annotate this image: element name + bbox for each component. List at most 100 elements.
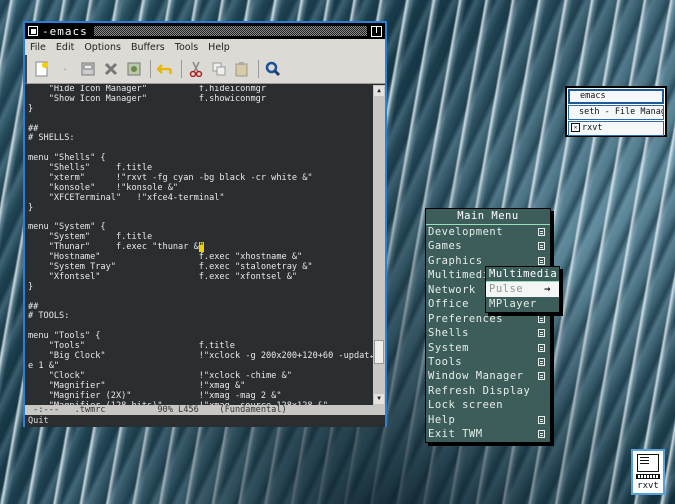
titlebar-drag-area[interactable]: [93, 26, 367, 36]
desktop-icon-label: rxvt: [637, 481, 659, 491]
main-menu-item-tools[interactable]: Tools: [426, 355, 550, 369]
scroll-up-arrow-icon[interactable]: ▲: [374, 86, 384, 96]
minibuffer[interactable]: Quit: [25, 415, 385, 427]
menu-edit[interactable]: Edit: [56, 42, 74, 53]
save-icon[interactable]: [79, 60, 97, 78]
menu-item-label: Lock screen: [428, 399, 504, 412]
main-menu-item-exit-twm[interactable]: Exit TWM: [426, 427, 550, 441]
main-menu-item-shells[interactable]: Shells: [426, 326, 550, 340]
main-menu-title: Main Menu: [426, 209, 550, 225]
toolbar-separator: [258, 60, 259, 78]
menu-buffers[interactable]: Buffers: [131, 42, 165, 53]
icon-manager-item[interactable]: emacs: [568, 89, 664, 104]
search-icon[interactable]: [264, 60, 282, 78]
submenu-item-label: Pulse: [489, 283, 524, 295]
code-line: "Show Icon Manager" f.showiconmgr: [28, 93, 266, 104]
submenu-indicator-icon: [538, 228, 545, 236]
main-menu-item-system[interactable]: System: [426, 341, 550, 355]
emacs-window[interactable]: -emacs File Edit Options Buffers Tools H…: [23, 21, 387, 427]
iconify-icon[interactable]: [28, 26, 38, 36]
new-file-icon[interactable]: [33, 60, 51, 78]
icon-manager-item[interactable]: ✕ rxvt: [568, 121, 664, 136]
code-line: "XFCETerminal" !"xfce4-terminal": [28, 192, 225, 203]
copy-icon[interactable]: [210, 60, 228, 78]
submenu-indicator-icon: [538, 329, 545, 338]
submenu-item-label: MPlayer: [489, 298, 537, 310]
icon-manager-item[interactable]: seth - File Manager: [568, 105, 664, 120]
code-line: "Big Clock" !"xclock -g 200x200+120+60 -…: [28, 351, 373, 362]
menu-item-label: Network: [428, 283, 476, 296]
menu-item-label: Development: [428, 226, 504, 238]
submenu-indicator-icon: [538, 430, 545, 439]
main-menu-item-lock-screen[interactable]: Lock screen: [426, 398, 550, 412]
keyboard-icon: [636, 474, 660, 479]
submenu-indicator-icon: [538, 343, 545, 352]
main-menu-item-help[interactable]: Help: [426, 413, 550, 427]
menu-item-label: Multimedi: [428, 269, 490, 282]
desktop-icon-rxvt[interactable]: rxvt: [631, 449, 665, 495]
undo-icon[interactable]: [156, 60, 174, 78]
submenu-indicator-icon: [538, 372, 545, 381]
icon-manager-item-label: emacs: [580, 91, 606, 101]
scrollbar-thumb[interactable]: [374, 340, 384, 364]
scroll-down-arrow-icon[interactable]: ▼: [374, 394, 384, 404]
open-file-icon[interactable]: ·: [56, 60, 74, 78]
toolbar-separator: [181, 60, 182, 78]
main-menu-item-games[interactable]: Games: [426, 239, 550, 253]
emacs-toolbar: ·: [25, 55, 385, 84]
save-as-icon[interactable]: [125, 60, 143, 78]
main-menu-item-refresh-display[interactable]: Refresh Display: [426, 384, 550, 398]
arrow-right-icon: →: [544, 283, 551, 295]
submenu-indicator-icon: [538, 256, 545, 265]
menu-file[interactable]: File: [30, 42, 46, 53]
submenu-item-mplayer[interactable]: MPlayer: [486, 297, 559, 312]
main-menu-item-preferences[interactable]: Preferences: [426, 312, 550, 326]
paste-icon[interactable]: [233, 60, 251, 78]
emacs-titlebar[interactable]: -emacs: [25, 23, 385, 39]
cut-icon[interactable]: [187, 60, 205, 78]
code-line: ##: [28, 301, 39, 312]
main-menu-item-window-manager[interactable]: Window Manager: [426, 369, 550, 383]
window-title: -emacs: [42, 24, 88, 38]
icon-manager: emacs seth - File Manager ✕rxvt: [565, 86, 667, 137]
menu-item-label: Shells: [428, 327, 469, 340]
icon-manager-item-label: rxvt: [582, 123, 603, 133]
main-menu-item-development[interactable]: Development: [426, 225, 550, 239]
terminal-icon: [637, 454, 659, 472]
submenu-indicator-icon: [538, 415, 545, 424]
submenu-indicator-icon: [538, 357, 545, 366]
text-cursor: ": [198, 242, 204, 253]
menu-item-label: Exit TWM: [428, 428, 483, 441]
close-icon[interactable]: [102, 60, 120, 78]
code-line: # SHELLS:: [28, 133, 75, 144]
iconified-icon: ✕: [571, 123, 580, 132]
menu-item-label: Office: [428, 298, 469, 311]
submenu-title: Multimedia: [486, 267, 559, 282]
menu-item-label: Window Manager: [428, 370, 524, 383]
submenu-indicator-icon: [538, 242, 545, 251]
menu-item-label: System: [428, 341, 469, 354]
menu-item-label: Refresh Display: [428, 384, 531, 397]
code-line: }: [28, 281, 34, 292]
resize-icon[interactable]: [371, 25, 382, 37]
mode-line: -:--- .twmrc 90% L456 (Fundamental): [25, 405, 385, 415]
submenu-item-pulse[interactable]: Pulse →: [486, 282, 559, 297]
menu-options[interactable]: Options: [84, 42, 121, 53]
menu-item-label: Tools: [428, 355, 463, 368]
vertical-scrollbar[interactable]: ▲ ▼: [373, 85, 385, 405]
toolbar-separator: [150, 60, 151, 78]
code-line: "Xfontsel" f.exec "xfontsel &": [28, 271, 298, 282]
code-line: }: [28, 202, 34, 213]
menu-tools[interactable]: Tools: [175, 42, 198, 53]
multimedia-submenu: Multimedia Pulse → MPlayer: [485, 266, 560, 313]
editor-buffer[interactable]: "Hide Icon Manager" f.hideiconmgr "Show …: [25, 85, 373, 405]
menu-item-label: Help: [428, 413, 456, 426]
menu-item-label: Preferences: [428, 312, 504, 325]
submenu-indicator-icon: [538, 314, 545, 323]
main-menu: Main Menu Development Games Graphics Multim…: [425, 208, 551, 443]
menu-item-label: Games: [428, 240, 463, 253]
menu-help[interactable]: Help: [208, 42, 230, 53]
code-line: ##: [28, 123, 39, 134]
